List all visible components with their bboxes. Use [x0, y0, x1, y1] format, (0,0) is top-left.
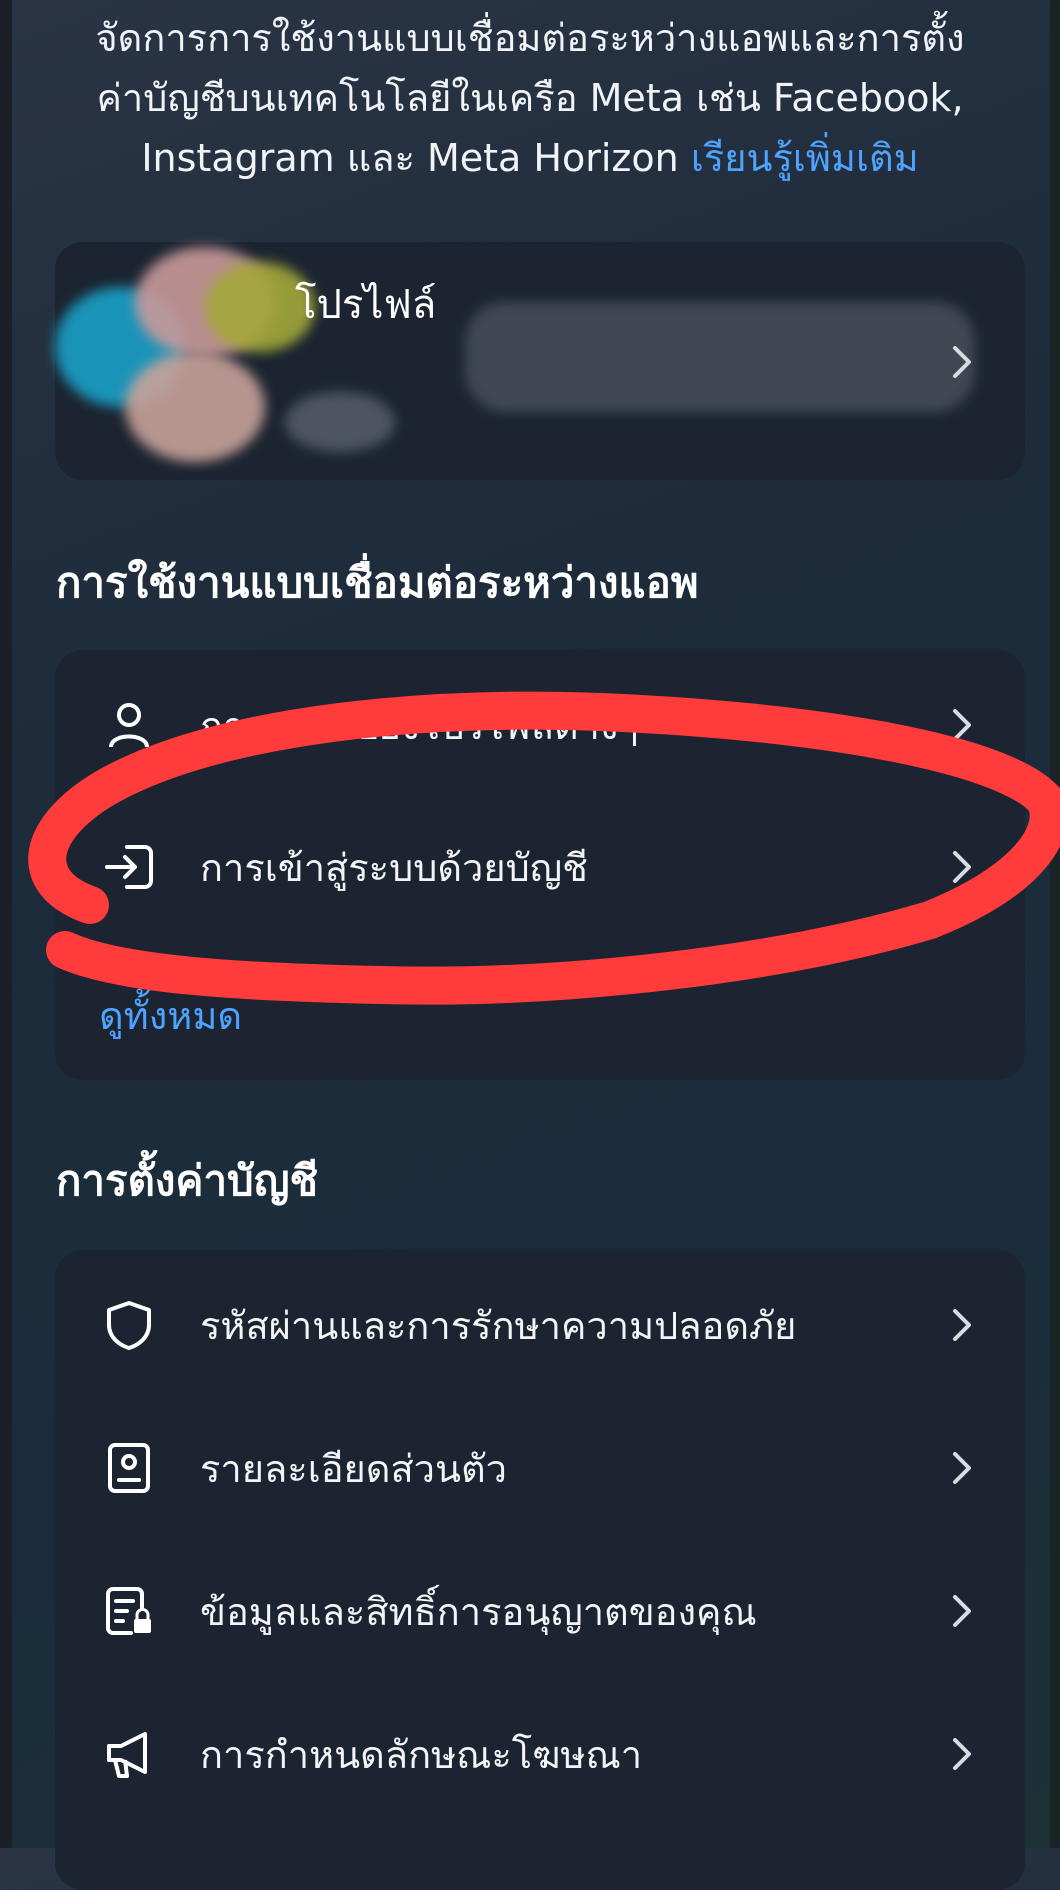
left-frame-edge — [0, 0, 12, 1848]
redaction-scribble — [285, 392, 395, 452]
profiles-card[interactable]: โปรไฟล์ — [55, 242, 1025, 480]
row-information-permissions[interactable]: ข้อมูลและสิทธิ์การอนุญาตของคุณ — [55, 1541, 1025, 1681]
row-ad-preferences[interactable]: การกำหนดลักษณะโฆษณา — [55, 1684, 1025, 1824]
chevron-right-icon — [953, 1595, 971, 1627]
intro-text: จัดการการใช้งานแบบเชื่อมต่อระหว่างแอพและ… — [70, 8, 990, 188]
intro-line-3: Instagram และ Meta Horizon เรียนรู้เพิ่ม… — [70, 128, 990, 188]
row-label: ข้อมูลและสิทธิ์การอนุญาตของคุณ — [200, 1589, 757, 1634]
right-frame-edge — [1050, 0, 1060, 1848]
redaction-scribble — [125, 352, 265, 462]
person-icon — [109, 703, 149, 748]
chevron-right-icon — [953, 709, 971, 741]
account-settings-card: รหัสผ่านและการรักษาความปลอดภัย รายละเอีย… — [55, 1250, 1025, 1890]
row-label: การกำหนดลักษณะโฆษณา — [200, 1732, 643, 1777]
row-label: รายละเอียดส่วนตัว — [200, 1446, 507, 1491]
shield-icon — [107, 1301, 151, 1350]
intro-line-3-text: Instagram และ Meta Horizon — [141, 136, 679, 180]
redaction-scribble — [465, 302, 975, 412]
row-label: การเข้าสู่ระบบด้วยบัญชี — [200, 845, 588, 890]
chevron-right-icon — [953, 1452, 971, 1484]
document-lock-icon — [106, 1587, 151, 1635]
intro-line-1: จัดการการใช้งานแบบเชื่อมต่อระหว่างแอพและ… — [95, 16, 965, 60]
chevron-right-icon — [953, 851, 971, 883]
intro-line-2: ค่าบัญชีบนเทคโนโลยีในเครือ Meta เช่น Fac… — [96, 76, 964, 120]
chevron-right-icon — [953, 1738, 971, 1770]
chevron-right-icon — [953, 1309, 971, 1341]
profiles-label: โปรไฟล์ — [295, 282, 437, 328]
see-all-link[interactable]: ดูทั้งหมด — [99, 985, 242, 1046]
row-password-security[interactable]: รหัสผ่านและการรักษาความปลอดภัย — [55, 1255, 1025, 1395]
row-personal-details[interactable]: รายละเอียดส่วนตัว — [55, 1398, 1025, 1538]
account-settings-title: การตั้งค่าบัญชี — [56, 1156, 318, 1205]
id-card-icon — [108, 1443, 150, 1493]
row-label: การแชร์ไปยังโปรไฟล์ต่างๆ — [200, 703, 639, 748]
chevron-right-icon — [953, 346, 971, 378]
login-arrow-icon — [105, 845, 153, 889]
megaphone-icon — [107, 1732, 147, 1778]
connected-experiences-card: การแชร์ไปยังโปรไฟล์ต่างๆ การเข้าสู่ระบบด… — [55, 650, 1025, 1080]
row-sharing-across-profiles[interactable]: การแชร์ไปยังโปรไฟล์ต่างๆ — [55, 655, 1025, 795]
row-label: รหัสผ่านและการรักษาความปลอดภัย — [200, 1303, 797, 1348]
row-account-login[interactable]: การเข้าสู่ระบบด้วยบัญชี — [55, 797, 1025, 937]
connected-experiences-title: การใช้งานแบบเชื่อมต่อระหว่างแอพ — [56, 558, 699, 607]
learn-more-link[interactable]: เรียนรู้เพิ่มเติม — [691, 136, 919, 180]
